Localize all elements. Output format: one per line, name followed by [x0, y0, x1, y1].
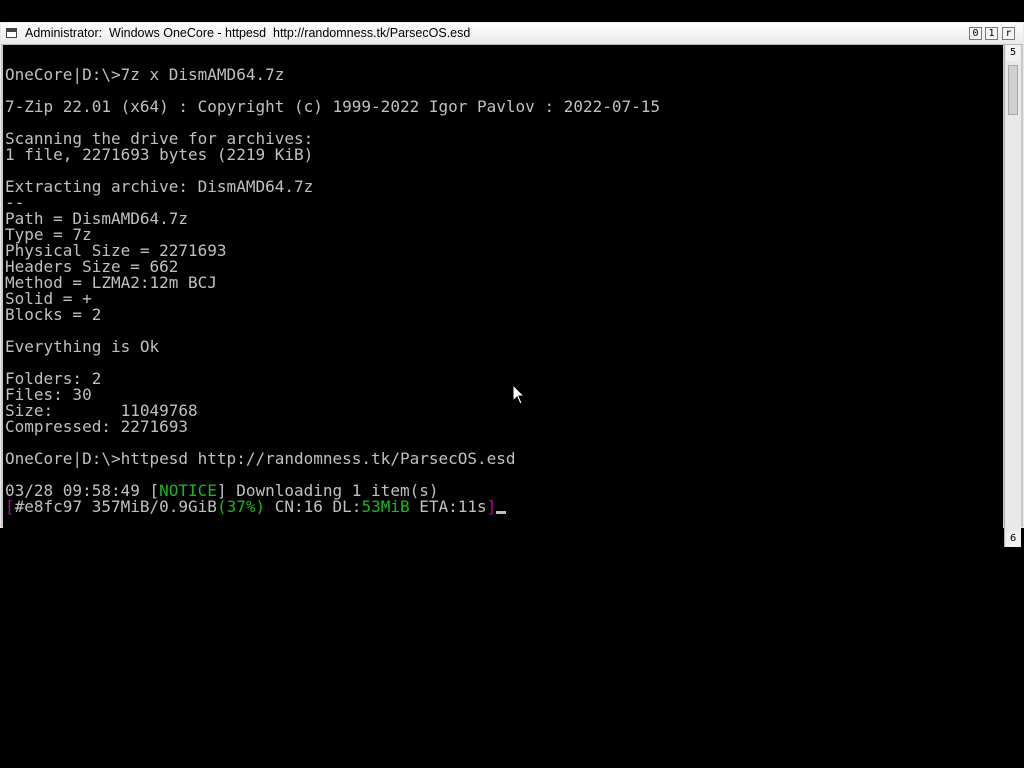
console-line: Path = DismAMD64.7z	[5, 209, 189, 228]
console-line: Everything is Ok	[5, 337, 160, 356]
progress-stats: #e8fc97 357MiB/0.9GiB	[14, 497, 217, 516]
progress-line: [#e8fc97 357MiB/0.9GiB(37%) CN:16 DL:53M…	[5, 499, 660, 515]
console-line: Compressed: 2271693	[5, 417, 189, 436]
console-line: Solid = +	[5, 289, 92, 308]
console-line: Folders: 2	[5, 369, 102, 388]
title-bar[interactable]: Administrator: Windows OneCore - httpesd…	[1, 23, 1023, 45]
progress-close-bracket: ]	[486, 497, 497, 516]
console-text: OneCore|D:\>7z x DismAMD64.7z 7-Zip 22.01…	[5, 67, 660, 515]
progress-eta: ETA:11s	[409, 497, 487, 516]
progress-open-bracket: [	[5, 497, 15, 516]
console-window-icon[interactable]	[6, 28, 17, 38]
text-cursor	[496, 511, 507, 514]
console-line: Extracting archive: DismAMD64.7z	[5, 177, 314, 196]
download-speed: 53MiB	[361, 497, 410, 516]
desktop: Administrator: Windows OneCore - httpesd…	[0, 0, 1024, 768]
console-line: OneCore|D:\>7z x DismAMD64.7z	[5, 65, 285, 84]
mouse-pointer-icon	[512, 384, 526, 405]
vertical-scrollbar[interactable]: 5 6	[1004, 45, 1021, 547]
progress-connections: CN:16 DL:	[265, 497, 362, 516]
console-line: Method = LZMA2:12m BCJ	[5, 273, 217, 292]
console-line: 7-Zip 22.01 (x64) : Copyright (c) 1999-2…	[5, 97, 661, 116]
progress-percent: (37%)	[216, 497, 266, 516]
console-output-area[interactable]: OneCore|D:\>7z x DismAMD64.7z 7-Zip 22.01…	[3, 45, 1003, 547]
close-button[interactable]: r	[1002, 27, 1015, 40]
scroll-down-arrow-icon[interactable]: 6	[1006, 531, 1020, 547]
window-title: Administrator: Windows OneCore - httpesd…	[25, 26, 471, 40]
scrollbar-thumb[interactable]	[1008, 65, 1018, 115]
scroll-up-arrow-icon[interactable]: 5	[1006, 45, 1020, 61]
console-window[interactable]: Administrator: Windows OneCore - httpesd…	[0, 22, 1024, 547]
console-line: 1 file, 2271693 bytes (2219 KiB)	[5, 145, 314, 164]
console-line: OneCore|D:\>httpesd http://randomness.tk…	[5, 449, 516, 468]
maximize-button[interactable]: 1	[985, 27, 998, 40]
minimize-button[interactable]: 0	[969, 27, 982, 40]
console-line: Blocks = 2	[5, 305, 102, 324]
